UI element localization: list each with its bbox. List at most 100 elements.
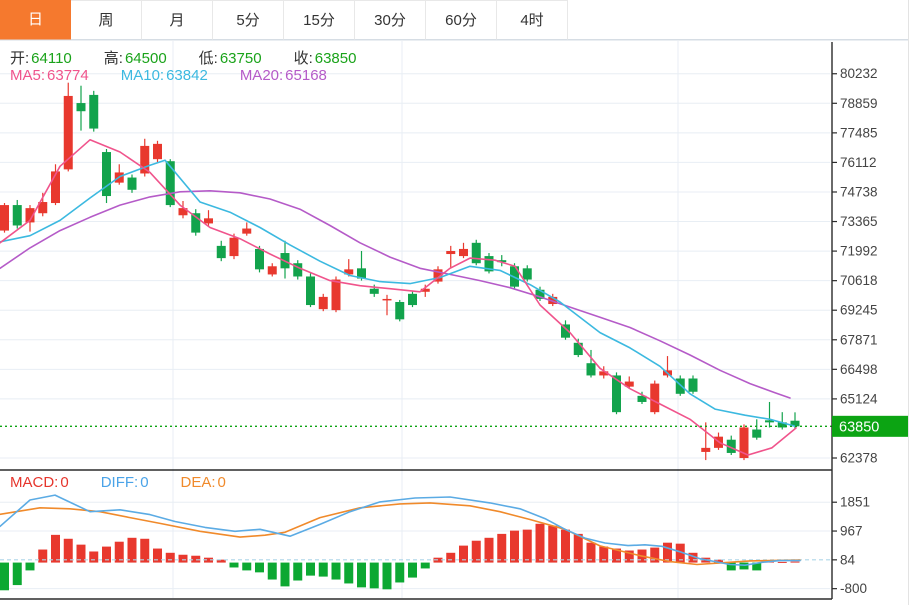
candle-body	[675, 378, 685, 394]
candle-body	[701, 447, 711, 452]
candle-body	[204, 218, 213, 224]
macd-bar	[382, 562, 392, 590]
macd-bar	[522, 529, 532, 563]
macd-bar	[267, 562, 277, 580]
candle-body	[102, 152, 111, 197]
candle-body	[76, 103, 86, 112]
macd-bar	[63, 538, 73, 563]
macd-bar	[395, 562, 405, 583]
ma-lines-group	[0, 139, 797, 456]
candle-body	[229, 237, 239, 257]
macd-bar	[191, 555, 201, 563]
price-axis-label: 73365	[840, 214, 878, 229]
macd-bar	[790, 561, 800, 563]
macd-bar	[331, 562, 341, 580]
macd-axis-label: 967	[840, 524, 863, 539]
macd-bar	[178, 554, 188, 563]
gridlines	[0, 41, 830, 598]
candle-body	[522, 268, 532, 280]
price-axis-label: 76112	[840, 155, 877, 170]
candle-body	[688, 378, 698, 392]
macd-bar	[255, 562, 264, 573]
macd-bar	[51, 534, 60, 563]
candle-body	[408, 293, 417, 306]
macd-bar	[573, 533, 583, 563]
macd-bar	[293, 562, 303, 581]
candle-body	[51, 171, 60, 204]
candle-body	[586, 363, 596, 376]
macd-bar	[25, 562, 35, 571]
candle-body	[471, 242, 481, 264]
macd-bar	[0, 562, 9, 591]
ma-item: MA5: 63774	[10, 67, 89, 84]
ohlc-item: 高: 64500	[103, 50, 167, 67]
candle-body	[127, 177, 137, 190]
candle-body	[267, 266, 277, 275]
candle-body	[459, 248, 468, 257]
price-axis-label: 80232	[840, 66, 878, 81]
macd-bar	[548, 525, 558, 563]
kline-chart-widget: 日周月 5分 15分 30分 60分 4时 80232 78859 77485 76112 747…	[0, 0, 909, 605]
macd-bar	[229, 562, 239, 568]
macd-bar	[369, 562, 379, 589]
macd-bar	[561, 529, 570, 563]
macd-bar	[535, 523, 545, 563]
macd-bar	[408, 562, 417, 578]
macd-bar	[165, 552, 175, 563]
candle-body	[89, 94, 99, 129]
ma-item: MA20: 65168	[239, 67, 327, 84]
price-axis-label: 69245	[840, 303, 878, 318]
macd-bar	[344, 562, 354, 584]
macd-axis-label: -800	[840, 581, 867, 596]
ma-item: MA10: 63842	[120, 67, 208, 84]
candle-body	[216, 245, 226, 259]
candle-body	[446, 250, 456, 255]
candle-body	[331, 279, 341, 311]
candle-body	[318, 296, 328, 310]
ma5-line	[0, 139, 797, 456]
macd-bar	[140, 538, 150, 563]
macd-bar	[357, 562, 366, 588]
price-axis-label: 78859	[840, 96, 878, 111]
candle-body	[12, 205, 22, 226]
macd-bar	[318, 562, 328, 577]
price-axis-label: 77485	[840, 125, 878, 140]
macd-bar	[484, 537, 494, 563]
candle-body	[153, 143, 162, 160]
price-axis-label: 65124	[840, 391, 878, 406]
macd-bar	[280, 562, 290, 587]
macd-axis-label: 1851	[840, 495, 870, 510]
candle-body	[395, 301, 405, 320]
candle-body	[242, 228, 252, 234]
price-axis-label: 74738	[840, 184, 878, 199]
price-axis-label: 62378	[840, 451, 878, 466]
macd-axis-label: 84	[840, 552, 856, 567]
macd-bar	[127, 537, 137, 563]
macd-bar	[306, 562, 315, 576]
macd-item: DIFF: 0	[100, 474, 149, 491]
macd-bar	[242, 562, 252, 571]
price-axis-label: 71992	[840, 244, 878, 259]
candle-body	[650, 383, 660, 413]
macd-bar	[153, 548, 162, 563]
price-axis-label: 70618	[840, 273, 878, 288]
macd-bar	[446, 552, 456, 563]
candle-body	[573, 342, 583, 356]
candlestick-chart-canvas[interactable]: 80232 78859 77485 76112 74738 73365 71992 70618…	[0, 0, 909, 605]
macd-bar	[38, 549, 48, 563]
current-price-tag-label: 63850	[839, 419, 879, 435]
price-axis-label: 67871	[840, 332, 878, 347]
candle-body	[306, 276, 315, 306]
candle-body	[255, 248, 264, 270]
macd-bar	[12, 562, 22, 586]
macd-readout: MACD: 0 DIFF: 0 DEA: 0	[10, 474, 258, 491]
candle-body	[752, 429, 762, 438]
macd-bar	[89, 551, 99, 563]
candle-body	[382, 298, 392, 301]
macd-bar	[420, 562, 430, 569]
macd-histogram-group	[0, 523, 800, 591]
ohlc-item: 收: 63850	[293, 50, 357, 67]
macd-bar	[777, 561, 787, 563]
candle-body	[0, 205, 9, 231]
candles-group	[0, 82, 800, 461]
